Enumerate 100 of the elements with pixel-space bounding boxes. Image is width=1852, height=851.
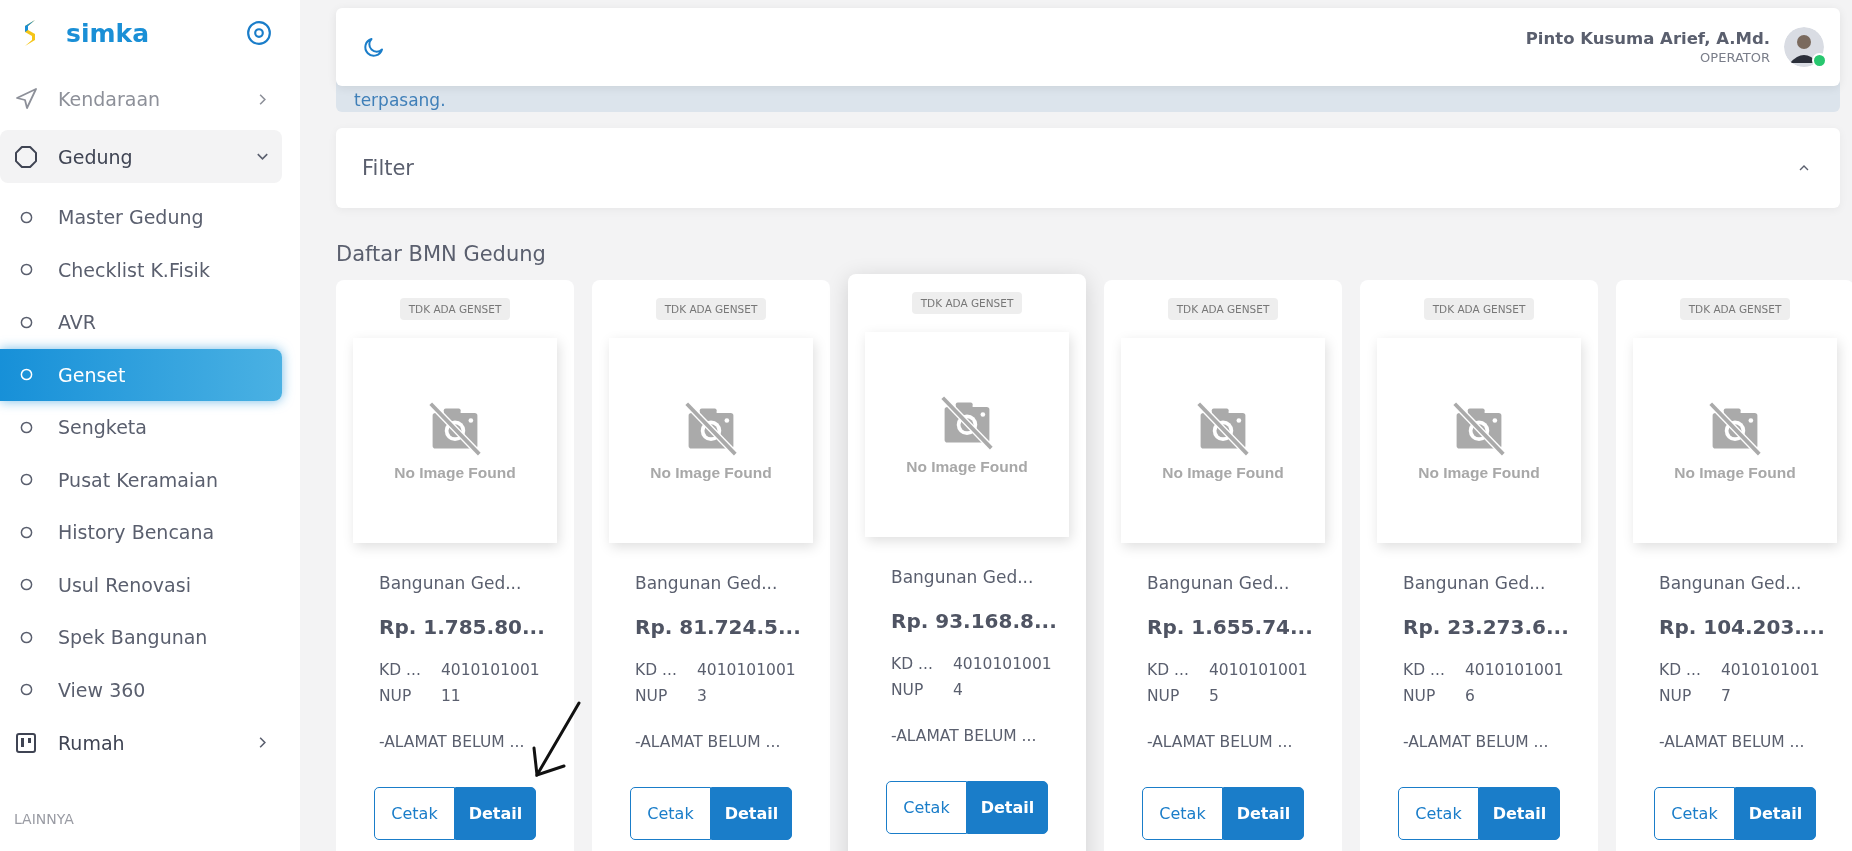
field-value: 4010101001 — [1721, 661, 1821, 679]
submenu-item[interactable]: Pusat Keramaian — [0, 453, 282, 506]
field-label: NUP — [635, 687, 669, 705]
status-badge: TDK ADA GENSET — [911, 292, 1023, 314]
chevron-right-icon — [259, 93, 266, 105]
circle-icon — [20, 578, 33, 592]
no-camera-icon — [939, 393, 995, 450]
submenu-item[interactable]: Spek Bangunan — [0, 611, 282, 664]
board-icon — [14, 730, 38, 755]
chevron-right-icon — [259, 737, 266, 748]
menu-item[interactable]: Gedung — [0, 130, 282, 183]
toggle-icon[interactable] — [246, 20, 272, 46]
building-name: Bangunan Ged... — [1146, 573, 1291, 593]
field-value: 5 — [1209, 687, 1220, 705]
price: Rp. 1.785.80... — [378, 615, 546, 639]
detail-button[interactable]: Detail — [455, 787, 536, 840]
submenu-item[interactable]: History Bencana — [0, 506, 282, 559]
field-value: 4010101001 — [697, 661, 797, 679]
user-name: Pinto Kusuma Arief, A.Md. — [1525, 29, 1770, 48]
field-label: KD ... — [635, 661, 678, 679]
submenu-item[interactable]: Genset — [0, 348, 282, 401]
circle-icon — [20, 263, 33, 277]
field-label: KD ... — [1147, 661, 1190, 679]
address: -ALAMAT BELUM ... — [378, 733, 526, 751]
field-label: KD ... — [1403, 661, 1446, 679]
circle-icon — [20, 420, 33, 434]
address: -ALAMAT BELUM ... — [890, 727, 1038, 745]
section-label: LAINNYA — [13, 811, 75, 827]
menu-item[interactable]: Kendaraan — [0, 74, 282, 124]
address: -ALAMAT BELUM ... — [1658, 733, 1806, 751]
circle-icon — [20, 683, 33, 697]
print-button[interactable]: Cetak — [1142, 787, 1223, 840]
address: -ALAMAT BELUM ... — [634, 733, 782, 751]
field-label: KD ... — [1659, 661, 1702, 679]
no-camera-icon — [1195, 399, 1251, 456]
submenu-item[interactable]: Usul Renovasi — [0, 558, 282, 611]
submenu-item[interactable]: AVR — [0, 296, 282, 349]
status-badge: TDK ADA GENSET — [399, 298, 511, 320]
moon-icon[interactable] — [362, 35, 386, 59]
field-value: 4010101001 — [1465, 661, 1565, 679]
detail-button[interactable]: Detail — [967, 781, 1048, 834]
circle-icon — [20, 368, 33, 382]
field-value: 7 — [1721, 687, 1732, 705]
address: -ALAMAT BELUM ... — [1402, 733, 1550, 751]
building-name: Bangunan Ged... — [1402, 573, 1547, 593]
status-badge: TDK ADA GENSET — [1167, 298, 1279, 320]
price: Rp. 1.655.74... — [1146, 615, 1314, 639]
price: Rp. 93.168.8... — [890, 609, 1058, 633]
no-image-text: No Image Found — [394, 463, 516, 482]
no-image-text: No Image Found — [1162, 463, 1284, 482]
print-button[interactable]: Cetak — [630, 787, 711, 840]
section-title: Daftar BMN Gedung — [336, 242, 547, 266]
brand-name: simka — [66, 18, 150, 48]
submenu-item[interactable]: View 360 — [0, 663, 282, 716]
field-label: NUP — [1403, 687, 1437, 705]
no-image-text: No Image Found — [906, 457, 1028, 476]
chevron-down-icon — [257, 153, 268, 160]
status-badge: TDK ADA GENSET — [1423, 298, 1535, 320]
octagon-icon — [14, 144, 38, 169]
building-name: Bangunan Ged... — [890, 567, 1035, 587]
price: Rp. 23.273.6... — [1402, 615, 1570, 639]
avatar[interactable] — [1784, 27, 1824, 67]
field-label: KD ... — [891, 655, 934, 673]
circle-icon — [20, 210, 33, 224]
print-button[interactable]: Cetak — [1398, 787, 1479, 840]
circle-icon — [20, 630, 33, 644]
field-label: NUP — [1659, 687, 1693, 705]
print-button[interactable]: Cetak — [374, 787, 455, 840]
detail-button[interactable]: Detail — [1223, 787, 1304, 840]
submenu-item[interactable]: Master Gedung — [0, 191, 282, 244]
field-value: 3 — [697, 687, 708, 705]
circle-icon — [20, 315, 33, 329]
no-image-text: No Image Found — [1674, 463, 1796, 482]
field-value: 4010101001 — [441, 661, 541, 679]
no-camera-icon — [1451, 399, 1507, 456]
address: -ALAMAT BELUM ... — [1146, 733, 1294, 751]
status-badge: TDK ADA GENSET — [1679, 298, 1791, 320]
field-label: NUP — [379, 687, 413, 705]
navigation-icon — [14, 87, 38, 111]
no-camera-icon — [1707, 399, 1763, 456]
no-camera-icon — [683, 399, 739, 456]
field-label: NUP — [1147, 687, 1181, 705]
field-value: 4010101001 — [1209, 661, 1309, 679]
field-value: 11 — [441, 687, 462, 705]
status-badge: TDK ADA GENSET — [655, 298, 767, 320]
user-role: OPERATOR — [1699, 50, 1770, 65]
detail-button[interactable]: Detail — [711, 787, 792, 840]
detail-button[interactable]: Detail — [1735, 787, 1816, 840]
field-value: 6 — [1465, 687, 1476, 705]
field-label: KD ... — [379, 661, 422, 679]
menu-item[interactable]: Rumah — [0, 716, 282, 769]
no-image-text: No Image Found — [1418, 463, 1540, 482]
field-label: NUP — [891, 681, 925, 699]
submenu-item[interactable]: Checklist K.Fisik — [0, 243, 282, 296]
circle-icon — [20, 473, 33, 487]
print-button[interactable]: Cetak — [1654, 787, 1735, 840]
field-value: 4 — [953, 681, 964, 699]
detail-button[interactable]: Detail — [1479, 787, 1560, 840]
submenu-item[interactable]: Sengketa — [0, 401, 282, 454]
print-button[interactable]: Cetak — [886, 781, 967, 834]
